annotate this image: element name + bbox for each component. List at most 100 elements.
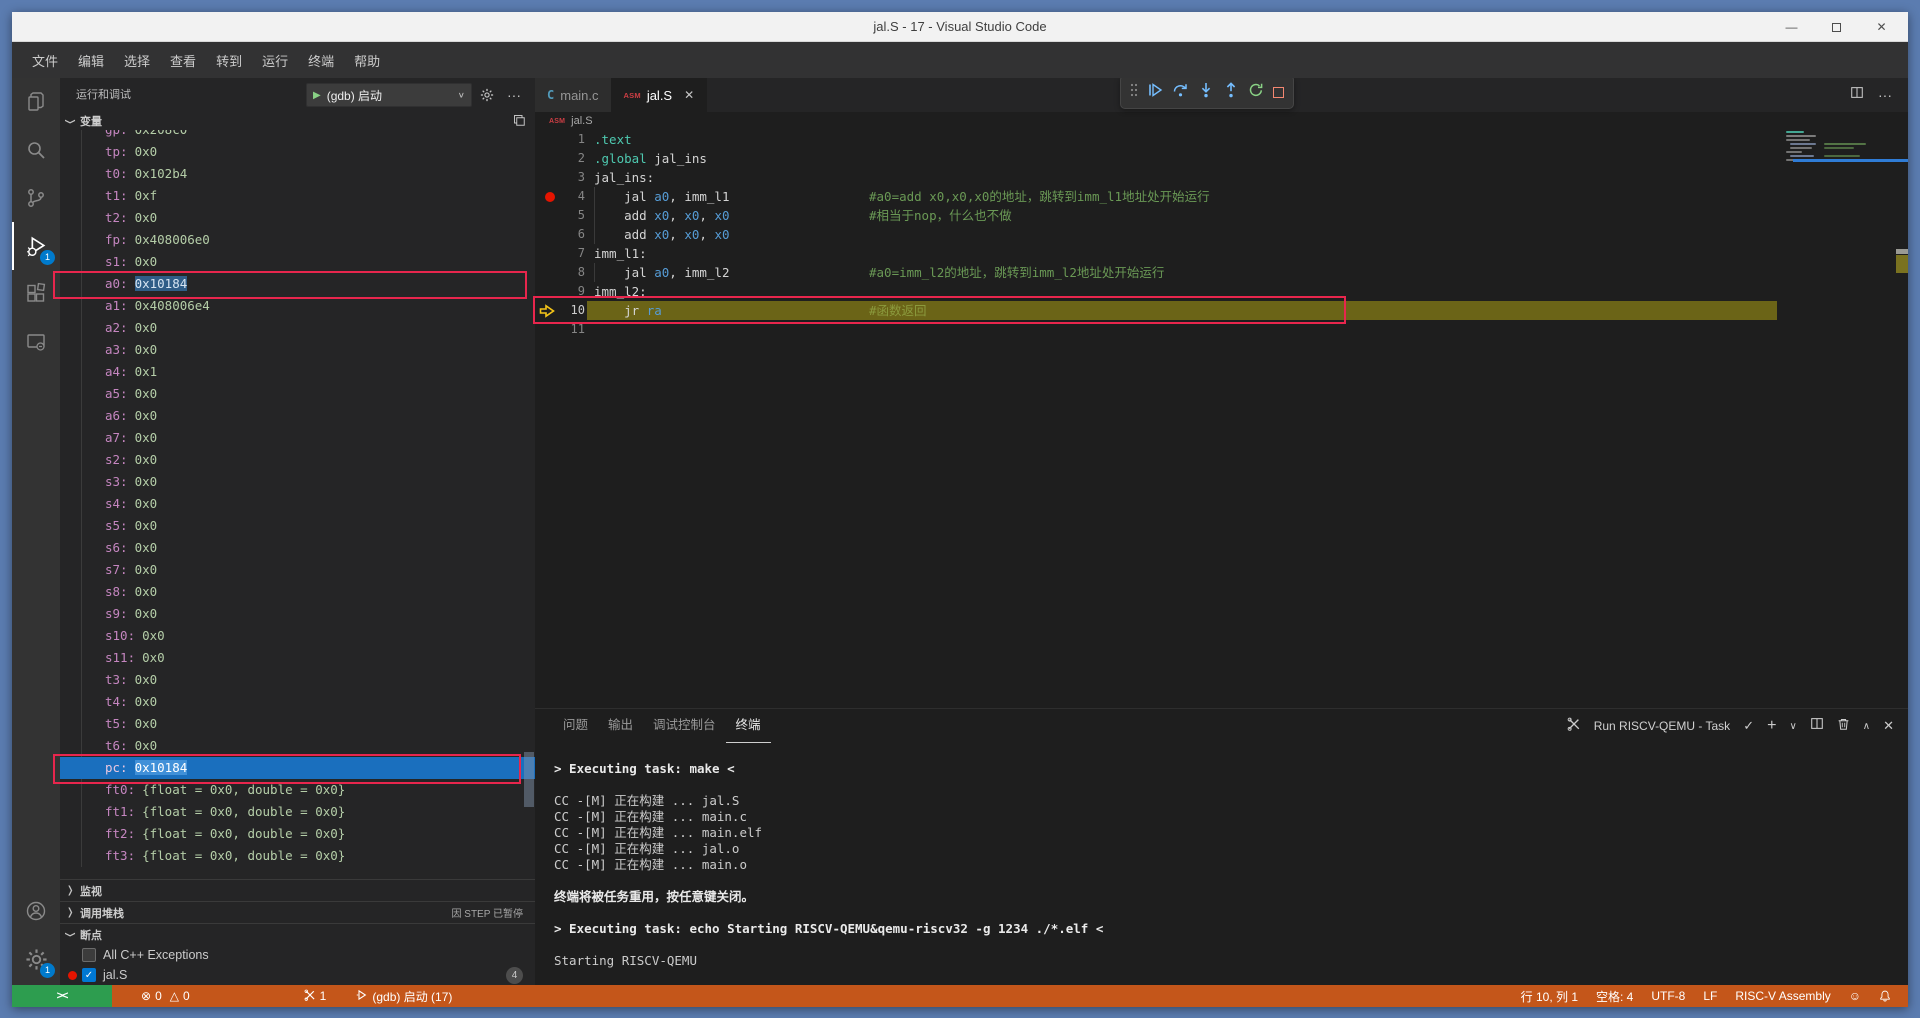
register-row-s9[interactable]: s9:0x0: [60, 603, 535, 625]
register-row-s1[interactable]: s1:0x0: [60, 251, 535, 273]
register-row-a1[interactable]: a1:0x408006e4: [60, 295, 535, 317]
maximize-button[interactable]: [1814, 12, 1859, 42]
split-editor-icon[interactable]: [1850, 86, 1864, 104]
language-mode[interactable]: RISC-V Assembly: [1726, 989, 1839, 1003]
eol-setting[interactable]: LF: [1694, 989, 1726, 1003]
tab-jal-s[interactable]: ASM jal.S ✕: [612, 78, 708, 112]
register-row-pc[interactable]: pc:0x10184: [60, 757, 535, 779]
line-number[interactable]: 7: [535, 244, 585, 263]
code-line-6[interactable]: 6 add x0, x0, x0: [535, 225, 1908, 244]
minimap-slider[interactable]: [1793, 159, 1908, 162]
close-tab-icon[interactable]: ✕: [684, 88, 694, 102]
line-number[interactable]: 4: [535, 187, 585, 206]
code-line-9[interactable]: 9imm_l2:: [535, 282, 1908, 301]
menu-item-4[interactable]: 转到: [206, 51, 252, 70]
call-stack-section-header[interactable]: ❭ 调用堆栈 因 STEP 已暂停: [60, 901, 535, 923]
register-row-s10[interactable]: s10:0x0: [60, 625, 535, 647]
line-number[interactable]: 5: [535, 206, 585, 225]
register-row-a0[interactable]: a0:0x10184: [60, 273, 535, 295]
sidebar-item-search[interactable]: [12, 126, 60, 174]
code-line-7[interactable]: 7imm_l1:: [535, 244, 1908, 263]
register-row-s7[interactable]: s7:0x0: [60, 559, 535, 581]
panel-toggle-icon[interactable]: [513, 114, 525, 129]
register-row-t6[interactable]: t6:0x0: [60, 735, 535, 757]
title-bar[interactable]: jal.S - 17 - Visual Studio Code — ✕: [12, 12, 1908, 42]
register-row-t4[interactable]: t4:0x0: [60, 691, 535, 713]
manage-button[interactable]: 1: [12, 935, 60, 983]
close-panel-icon[interactable]: ✕: [1883, 718, 1894, 734]
terminal-output[interactable]: > Executing task: make < CC -[M] 正在构建 ..…: [554, 761, 1886, 969]
start-debug-icon[interactable]: ▶: [313, 90, 321, 101]
sidebar-item-explorer[interactable]: [12, 78, 60, 126]
panel-tab-0[interactable]: 问题: [553, 709, 598, 743]
menu-item-1[interactable]: 编辑: [68, 51, 114, 70]
register-row-s6[interactable]: s6:0x0: [60, 537, 535, 559]
line-number[interactable]: 3: [535, 168, 585, 187]
line-number[interactable]: 2: [535, 149, 585, 168]
stop-button[interactable]: [1273, 87, 1284, 98]
register-row-ft3[interactable]: ft3:{float = 0x0, double = 0x0}: [60, 845, 535, 867]
breakpoint-row-0[interactable]: All C++ Exceptions: [60, 945, 535, 965]
register-row-s4[interactable]: s4:0x0: [60, 493, 535, 515]
breakpoint-row-1[interactable]: ✓jal.S4: [60, 965, 535, 985]
register-row-s11[interactable]: s11:0x0: [60, 647, 535, 669]
register-row-t0[interactable]: t0:0x102b4: [60, 163, 535, 185]
line-number[interactable]: 1: [535, 130, 585, 149]
code-line-2[interactable]: 2.global jal_ins: [535, 149, 1908, 168]
close-button[interactable]: ✕: [1859, 12, 1904, 42]
split-terminal-icon[interactable]: [1810, 717, 1824, 735]
register-row-a2[interactable]: a2:0x0: [60, 317, 535, 339]
register-row-gp[interactable]: gp:0x208c0: [60, 130, 535, 141]
line-number[interactable]: 11: [535, 320, 585, 339]
breakpoint-checkbox[interactable]: [82, 948, 96, 962]
kill-terminal-icon[interactable]: [1837, 717, 1850, 736]
register-row-s3[interactable]: s3:0x0: [60, 471, 535, 493]
terminal-task-label[interactable]: Run RISCV-QEMU - Task: [1594, 719, 1730, 733]
register-row-t5[interactable]: t5:0x0: [60, 713, 535, 735]
terminal-dropdown-icon[interactable]: ∨: [1789, 721, 1796, 732]
notifications-bell-icon[interactable]: [1870, 989, 1900, 1003]
menu-item-5[interactable]: 运行: [252, 51, 298, 70]
menu-item-6[interactable]: 终端: [298, 51, 344, 70]
step-out-button[interactable]: [1223, 82, 1239, 103]
register-row-t2[interactable]: t2:0x0: [60, 207, 535, 229]
code-line-3[interactable]: 3jal_ins:: [535, 168, 1908, 187]
breakpoint-checkbox[interactable]: ✓: [82, 968, 96, 982]
debug-session-indicator[interactable]: (gdb) 启动 (17): [349, 988, 459, 1005]
accounts-button[interactable]: [12, 887, 60, 935]
line-number[interactable]: 9: [535, 282, 585, 301]
code-line-8[interactable]: 8 jal a0, imm_l2#a0=imm_l2的地址，跳转到imm_l2地…: [535, 263, 1908, 282]
indentation-setting[interactable]: 空格: 4: [1587, 988, 1642, 1005]
sidebar-item-remote-explorer[interactable]: [12, 318, 60, 366]
sidebar-item-run-debug[interactable]: 1: [12, 222, 60, 270]
launch-config-dropdown[interactable]: ▶ (gdb) 启动 ∨: [306, 83, 472, 107]
code-line-5[interactable]: 5 add x0, x0, x0#相当于nop，什么也不做: [535, 206, 1908, 225]
feedback-icon[interactable]: ☺: [1840, 989, 1870, 1003]
code-editor[interactable]: 1.text2.global jal_ins3jal_ins:4 jal a0,…: [535, 130, 1908, 708]
register-row-a5[interactable]: a5:0x0: [60, 383, 535, 405]
restart-button[interactable]: [1248, 82, 1264, 103]
register-row-a4[interactable]: a4:0x1: [60, 361, 535, 383]
step-into-button[interactable]: [1198, 82, 1214, 103]
maximize-panel-icon[interactable]: ∧: [1863, 721, 1870, 732]
sidebar-item-extensions[interactable]: [12, 270, 60, 318]
remote-indicator[interactable]: ><: [12, 985, 112, 1007]
breakpoint-dot-icon[interactable]: [545, 192, 555, 202]
register-row-tp[interactable]: tp:0x0: [60, 141, 535, 163]
sidebar-scrollbar[interactable]: [524, 752, 534, 807]
sidebar-item-source-control[interactable]: [12, 174, 60, 222]
menu-item-2[interactable]: 选择: [114, 51, 160, 70]
register-row-t3[interactable]: t3:0x0: [60, 669, 535, 691]
register-row-t1[interactable]: t1:0xf: [60, 185, 535, 207]
tab-main-c[interactable]: C main.c: [535, 78, 612, 112]
panel-tab-3[interactable]: 终端: [726, 709, 771, 743]
register-row-s5[interactable]: s5:0x0: [60, 515, 535, 537]
encoding-setting[interactable]: UTF-8: [1642, 989, 1694, 1003]
running-tasks-indicator[interactable]: 1: [297, 989, 334, 1004]
register-row-ft0[interactable]: ft0:{float = 0x0, double = 0x0}: [60, 779, 535, 801]
more-actions-icon[interactable]: ···: [1878, 87, 1892, 103]
variables-section-header[interactable]: ❭ 变量: [60, 112, 535, 130]
line-number[interactable]: 8: [535, 263, 585, 282]
debug-settings-gear-icon[interactable]: [480, 78, 494, 112]
continue-button[interactable]: [1147, 82, 1163, 103]
